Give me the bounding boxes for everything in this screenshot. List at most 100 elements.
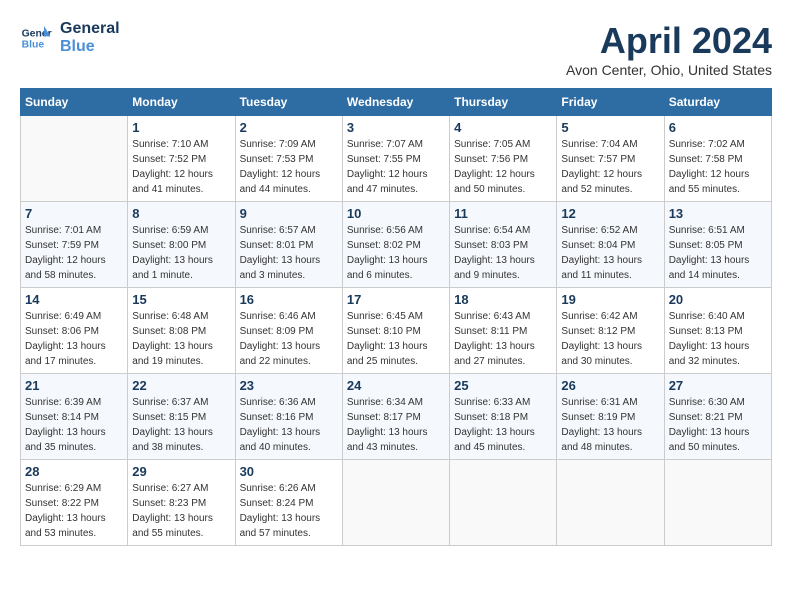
- day-info-line: Sunset: 8:14 PM: [25, 412, 99, 423]
- calendar-cell: [21, 116, 128, 202]
- day-number: 6: [669, 120, 767, 135]
- day-info-line: Sunrise: 6:37 AM: [132, 397, 208, 408]
- day-info-line: Sunset: 7:52 PM: [132, 154, 206, 165]
- calendar-week-1: 1Sunrise: 7:10 AMSunset: 7:52 PMDaylight…: [21, 116, 772, 202]
- day-info-line: Sunrise: 6:36 AM: [240, 397, 316, 408]
- day-info-line: Sunset: 8:04 PM: [561, 240, 635, 251]
- day-info-line: and 22 minutes.: [240, 356, 311, 367]
- day-info-line: Daylight: 13 hours: [25, 427, 106, 438]
- day-info-line: Daylight: 13 hours: [454, 255, 535, 266]
- calendar-week-5: 28Sunrise: 6:29 AMSunset: 8:22 PMDayligh…: [21, 460, 772, 546]
- day-info-line: Daylight: 13 hours: [561, 341, 642, 352]
- day-info-line: Sunset: 8:11 PM: [454, 326, 527, 337]
- calendar-cell: 24 Sunrise: 6:34 AMSunset: 8:17 PMDayligh…: [342, 374, 449, 460]
- day-number: 7: [25, 206, 123, 221]
- calendar-header-row: Sunday Monday Tuesday Wednesday Thursday…: [21, 89, 772, 116]
- calendar-cell: [450, 460, 557, 546]
- day-info-line: and 43 minutes.: [347, 442, 418, 453]
- day-info-line: Sunset: 8:08 PM: [132, 326, 206, 337]
- day-info-line: Sunrise: 7:02 AM: [669, 139, 745, 150]
- day-info-line: Sunrise: 7:01 AM: [25, 225, 101, 236]
- day-number: 23: [240, 378, 338, 393]
- day-info-line: Daylight: 12 hours: [240, 169, 321, 180]
- day-info-line: and 44 minutes.: [240, 184, 311, 195]
- calendar-cell: 3Sunrise: 7:07 AMSunset: 7:55 PMDaylight…: [342, 116, 449, 202]
- day-info-line: Sunset: 8:17 PM: [347, 412, 421, 423]
- day-info: Sunrise: 6:26 AMSunset: 8:24 PMDaylight:…: [240, 481, 338, 541]
- day-info: Sunrise: 7:05 AMSunset: 7:56 PMDaylight:…: [454, 137, 552, 197]
- day-number: 15: [132, 292, 230, 307]
- calendar-cell: [342, 460, 449, 546]
- day-info-line: and 57 minutes.: [240, 528, 311, 539]
- day-info: Sunrise: 7:02 AMSunset: 7:58 PMDaylight:…: [669, 137, 767, 197]
- day-number: 19: [561, 292, 659, 307]
- day-info-line: Daylight: 13 hours: [240, 513, 321, 524]
- day-info-line: Sunset: 8:13 PM: [669, 326, 743, 337]
- day-info-line: Sunrise: 6:49 AM: [25, 311, 101, 322]
- page-header: General Blue General Blue April 2024 Avo…: [20, 20, 772, 78]
- day-info-line: and 50 minutes.: [669, 442, 740, 453]
- day-info-line: Daylight: 13 hours: [132, 513, 213, 524]
- day-info-line: Sunset: 8:22 PM: [25, 498, 99, 509]
- day-info-line: Sunrise: 6:51 AM: [669, 225, 745, 236]
- day-info-line: and 50 minutes.: [454, 184, 525, 195]
- logo-icon: General Blue: [20, 22, 52, 54]
- calendar-cell: 5Sunrise: 7:04 AMSunset: 7:57 PMDaylight…: [557, 116, 664, 202]
- day-info-line: and 19 minutes.: [132, 356, 203, 367]
- day-info-line: Sunset: 7:55 PM: [347, 154, 421, 165]
- day-number: 8: [132, 206, 230, 221]
- day-info-line: Daylight: 13 hours: [454, 427, 535, 438]
- day-info: Sunrise: 6:45 AMSunset: 8:10 PMDaylight:…: [347, 309, 445, 369]
- day-info-line: Sunrise: 6:39 AM: [25, 397, 101, 408]
- day-info-line: and 40 minutes.: [240, 442, 311, 453]
- day-info-line: and 58 minutes.: [25, 270, 96, 281]
- day-number: 9: [240, 206, 338, 221]
- day-info-line: Sunrise: 7:10 AM: [132, 139, 208, 150]
- day-number: 25: [454, 378, 552, 393]
- day-info-line: and 55 minutes.: [669, 184, 740, 195]
- day-info-line: Daylight: 13 hours: [561, 255, 642, 266]
- day-info-line: Sunset: 7:57 PM: [561, 154, 635, 165]
- day-info-line: Sunset: 8:09 PM: [240, 326, 314, 337]
- day-info: Sunrise: 6:59 AMSunset: 8:00 PMDaylight:…: [132, 223, 230, 283]
- day-info-line: Daylight: 13 hours: [669, 341, 750, 352]
- day-info-line: Daylight: 13 hours: [240, 341, 321, 352]
- day-info-line: and 17 minutes.: [25, 356, 96, 367]
- day-info: Sunrise: 7:07 AMSunset: 7:55 PMDaylight:…: [347, 137, 445, 197]
- day-info-line: Sunset: 8:21 PM: [669, 412, 743, 423]
- day-info-line: Daylight: 12 hours: [347, 169, 428, 180]
- day-info-line: Daylight: 12 hours: [132, 169, 213, 180]
- day-info-line: and 25 minutes.: [347, 356, 418, 367]
- day-info: Sunrise: 6:34 AMSunset: 8:17 PMDaylight:…: [347, 395, 445, 455]
- day-info-line: and 32 minutes.: [669, 356, 740, 367]
- day-info-line: Sunset: 7:56 PM: [454, 154, 528, 165]
- day-info-line: Sunset: 7:53 PM: [240, 154, 314, 165]
- day-info-line: Sunrise: 7:04 AM: [561, 139, 637, 150]
- day-info-line: Sunset: 8:15 PM: [132, 412, 206, 423]
- day-info-line: Sunrise: 6:57 AM: [240, 225, 316, 236]
- header-saturday: Saturday: [664, 89, 771, 116]
- day-info-line: Sunrise: 6:45 AM: [347, 311, 423, 322]
- day-info-line: Sunset: 7:58 PM: [669, 154, 743, 165]
- day-info: Sunrise: 6:37 AMSunset: 8:15 PMDaylight:…: [132, 395, 230, 455]
- calendar-cell: 16Sunrise: 6:46 AMSunset: 8:09 PMDayligh…: [235, 288, 342, 374]
- day-number: 30: [240, 464, 338, 479]
- day-info: Sunrise: 6:42 AMSunset: 8:12 PMDaylight:…: [561, 309, 659, 369]
- calendar-cell: 26Sunrise: 6:31 AMSunset: 8:19 PMDayligh…: [557, 374, 664, 460]
- svg-text:Blue: Blue: [22, 40, 45, 51]
- day-number: 29: [132, 464, 230, 479]
- day-info-line: Sunset: 7:59 PM: [25, 240, 99, 251]
- day-number: 24: [347, 378, 445, 393]
- day-info-line: Sunset: 8:10 PM: [347, 326, 421, 337]
- calendar-cell: 25Sunrise: 6:33 AMSunset: 8:18 PMDayligh…: [450, 374, 557, 460]
- day-info-line: Sunset: 8:12 PM: [561, 326, 635, 337]
- day-info: Sunrise: 6:30 AMSunset: 8:21 PMDaylight:…: [669, 395, 767, 455]
- calendar-cell: [557, 460, 664, 546]
- day-info-line: and 11 minutes.: [561, 270, 631, 281]
- calendar-cell: 4Sunrise: 7:05 AMSunset: 7:56 PMDaylight…: [450, 116, 557, 202]
- day-number: 16: [240, 292, 338, 307]
- day-number: 27: [669, 378, 767, 393]
- day-info-line: Daylight: 13 hours: [347, 255, 428, 266]
- day-info-line: Sunrise: 6:54 AM: [454, 225, 530, 236]
- day-info: Sunrise: 7:10 AM Sunset: 7:52 PM Daylight:…: [132, 137, 230, 197]
